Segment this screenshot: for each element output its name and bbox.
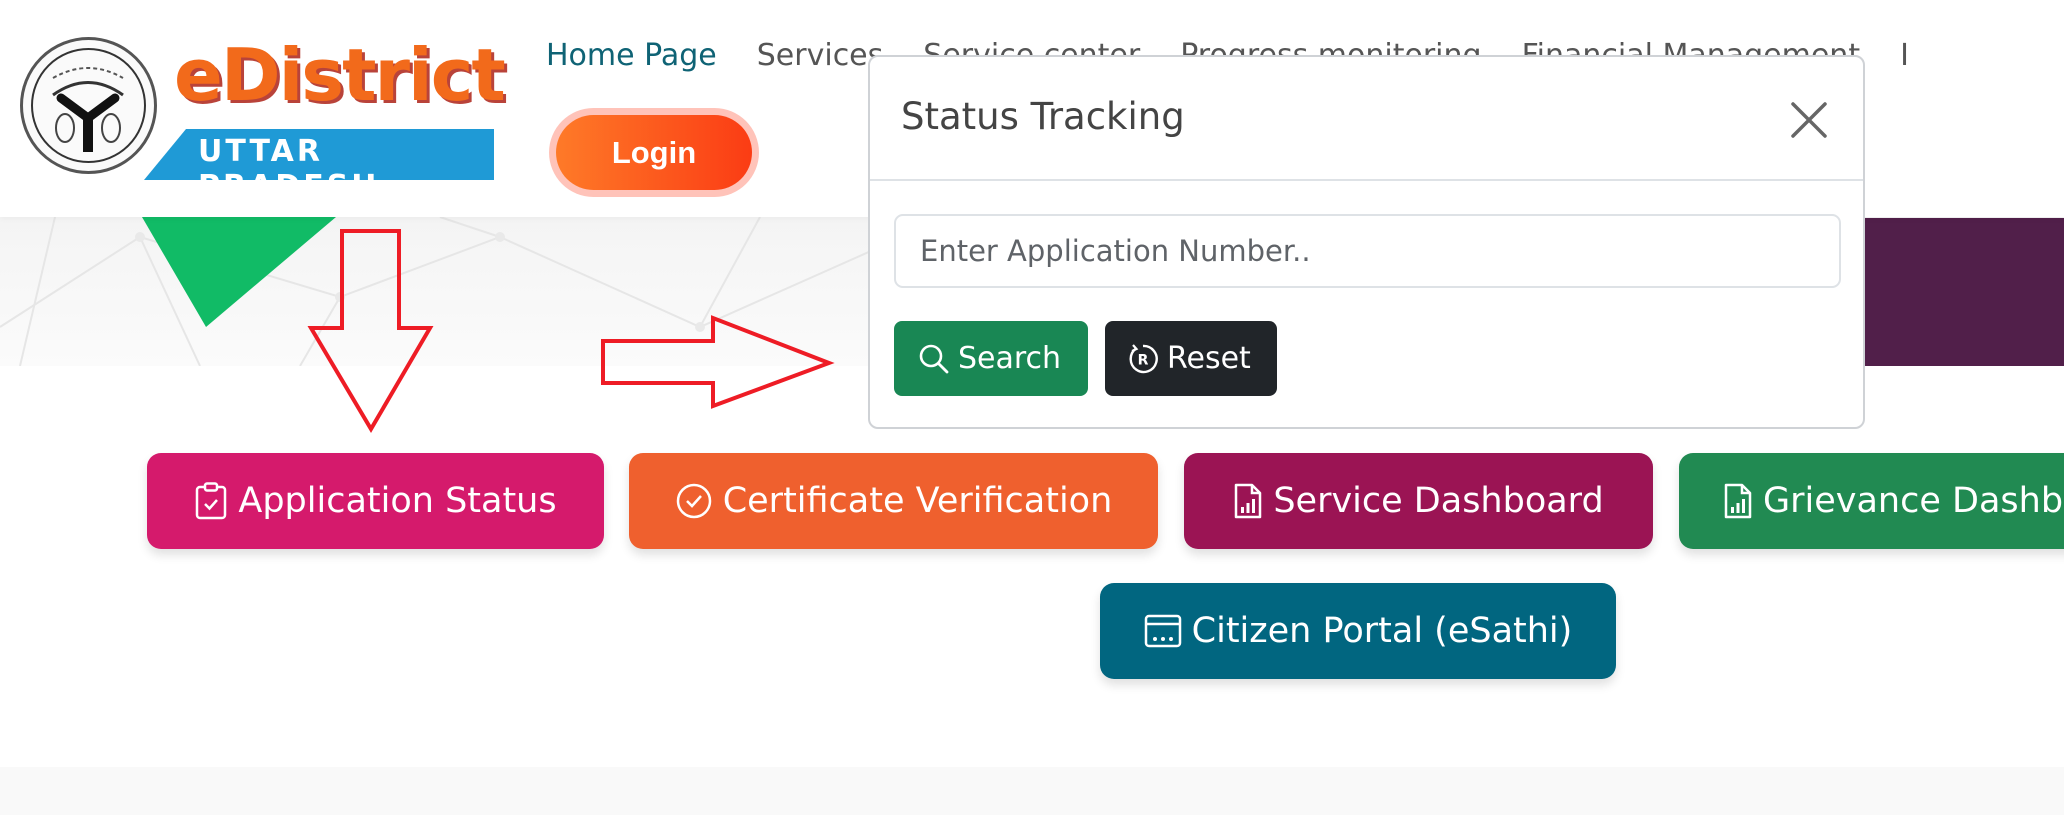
edistrict-logo[interactable]: eDistrict UTTAR PRADESH [20,37,506,204]
hero-slide-panel [1865,218,2064,366]
citizen-portal-label: Citizen Portal (eSathi) [1191,611,1573,651]
login-button-wrapper: Login [549,108,759,197]
certificate-verification-label: Certificate Verification [722,481,1113,521]
search-button-label: Search [958,341,1062,376]
reset-button-label: Reset [1167,341,1251,376]
reset-button[interactable]: R Reset [1105,321,1277,396]
clipboard-check-icon [196,482,227,520]
service-dashboard-button[interactable]: Service Dashboard [1184,453,1653,549]
modal-close-button[interactable] [1789,100,1829,140]
up-government-emblem-icon [20,37,157,174]
file-bar-chart-icon [1235,483,1262,519]
close-icon [1791,102,1827,138]
footer-band [0,767,2064,815]
browser-window-icon [1144,614,1181,648]
certificate-verification-button[interactable]: Certificate Verification [629,453,1158,549]
search-icon [919,344,949,373]
application-number-input[interactable] [894,214,1841,288]
svg-text:R: R [1138,352,1149,368]
state-name: UTTAR PRADESH [198,134,380,204]
search-button[interactable]: Search [894,321,1088,396]
service-dashboard-label: Service Dashboard [1273,481,1604,521]
file-bar-chart-icon [1724,483,1752,519]
login-button[interactable]: Login [556,115,752,190]
nav-item-more[interactable]: I [1900,38,1909,73]
grievance-dashboard-label: Grievance Dashboard [1763,481,2064,521]
reset-registered-icon: R [1129,343,1158,373]
citizen-portal-button[interactable]: Citizen Portal (eSathi) [1100,583,1616,679]
status-tracking-modal: Status Tracking Search R Reset [868,55,1865,429]
check-circle-icon [676,483,711,519]
modal-header: Status Tracking [870,57,1863,181]
modal-title: Status Tracking [901,95,1185,138]
nav-item-home-page[interactable]: Home Page [546,38,717,73]
application-status-label: Application Status [238,481,557,521]
grievance-dashboard-button[interactable]: Grievance Dashboard [1679,453,2064,549]
application-status-button[interactable]: Application Status [147,453,604,549]
nav-item-services[interactable]: Services [757,38,884,73]
page: eDistrict UTTAR PRADESH Home Page Servic… [0,0,2064,815]
brand-name: eDistrict [174,33,506,117]
